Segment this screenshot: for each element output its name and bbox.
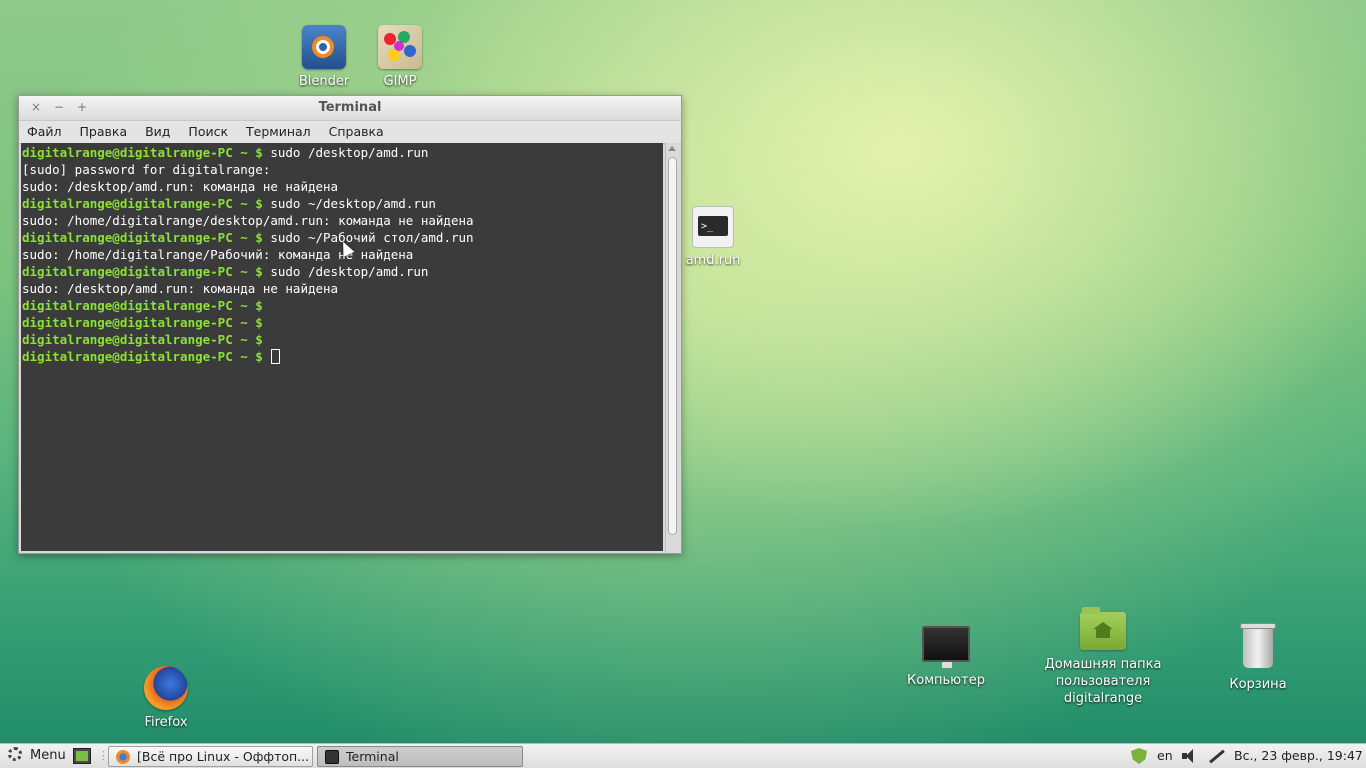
terminal-line: digitalrange@digitalrange-PC ~ $ [22,297,663,314]
shell-prompt: digitalrange@digitalrange-PC ~ $ [22,264,263,279]
terminal-line: digitalrange@digitalrange-PC ~ $ [22,314,663,331]
keyboard-layout-indicator[interactable]: en [1157,744,1173,768]
shell-prompt: digitalrange@digitalrange-PC ~ $ [22,230,263,245]
shell-prompt: digitalrange@digitalrange-PC ~ $ [22,196,263,211]
desktop-icon-label: GIMP [383,74,417,89]
gimp-icon [378,25,422,69]
shell-prompt: digitalrange@digitalrange-PC ~ $ [22,315,263,330]
shell-prompt: digitalrange@digitalrange-PC ~ $ [22,332,263,347]
maximize-icon[interactable]: + [75,100,89,114]
desktop-icon-home-folder[interactable]: Домашняя папка пользователя digitalrange [1038,607,1168,707]
terminal-text: sudo: /home/digitalrange/desktop/amd.run… [22,213,474,228]
menu-edit[interactable]: Правка [78,124,130,139]
terminal-line: digitalrange@digitalrange-PC ~ $ [22,348,663,365]
desktop-icon-trash[interactable]: Корзина [1208,622,1308,693]
terminal-line: digitalrange@digitalrange-PC ~ $ sudo /d… [22,263,663,280]
terminal-line: [sudo] password for digitalrange: [22,161,663,178]
window-titlebar[interactable]: × − + Terminal [19,96,681,121]
firefox-icon [144,666,188,710]
close-icon[interactable]: × [29,100,43,114]
menu-terminal[interactable]: Терминал [244,124,313,139]
minimize-icon[interactable]: − [52,100,66,114]
menu-file[interactable]: Файл [25,124,64,139]
terminal-line: digitalrange@digitalrange-PC ~ $ sudo /d… [22,144,663,161]
menu-view[interactable]: Вид [143,124,172,139]
gear-icon [8,747,22,761]
trash-icon [1240,623,1276,668]
scroll-thumb[interactable] [668,157,677,535]
desktop-icon-gimp[interactable]: GIMP [350,25,450,90]
taskbar-task-terminal[interactable]: Terminal [317,746,523,767]
terminal-line: sudo: /home/digitalrange/desktop/amd.run… [22,212,663,229]
terminal-script-icon: >_ [692,206,734,248]
show-desktop-icon[interactable] [73,748,91,764]
terminal-text: sudo: /desktop/amd.run: команда не найде… [22,179,339,194]
desktop-icon-label: Корзина [1229,677,1287,692]
start-menu-button[interactable]: Menu [6,744,66,768]
terminal-text: sudo ~/Рабочий стол/amd.run [262,230,474,245]
shell-prompt: digitalrange@digitalrange-PC ~ $ [22,349,263,364]
task-label: Terminal [346,749,399,764]
blender-icon [302,25,346,69]
terminal-window[interactable]: × − + Terminal Файл Правка Вид Поиск Тер… [18,95,682,554]
terminal-text: [sudo] password for digitalrange: [22,162,271,177]
shell-prompt: digitalrange@digitalrange-PC ~ $ [22,145,263,160]
text-cursor [271,349,281,364]
task-label: [Всё про Linux - Оффтоп... [137,749,310,764]
volume-icon[interactable] [1182,749,1196,763]
window-title: Terminal [318,100,382,115]
desktop-icon-label: Домашняя папка пользователя digitalrange [1044,657,1162,706]
menu-bar: Файл Правка Вид Поиск Терминал Справка [19,121,681,144]
scroll-up-icon[interactable] [668,146,676,151]
desktop-icon-computer[interactable]: Компьютер [896,620,996,689]
taskbar-task-firefox[interactable]: [Всё про Linux - Оффтоп... [108,746,313,767]
clock[interactable]: Вс., 23 февр., 19:47 [1234,744,1363,768]
update-shield-icon[interactable] [1131,748,1147,764]
terminal-line: digitalrange@digitalrange-PC ~ $ sudo ~/… [22,195,663,212]
network-icon[interactable] [1208,748,1226,764]
taskbar: Menu ⋮ [Всё про Linux - Оффтоп... Termin… [0,743,1366,768]
terminal-line: sudo: /desktop/amd.run: команда не найде… [22,280,663,297]
terminal-text: sudo /desktop/amd.run [262,145,429,160]
home-folder-icon [1080,607,1126,650]
desktop-icon-label: Firefox [144,715,188,730]
terminal-text: sudo ~/desktop/amd.run [262,196,436,211]
terminal-text: sudo /desktop/amd.run [262,264,429,279]
terminal-icon [325,750,339,764]
desktop-icon-label: Компьютер [907,673,985,688]
computer-icon [922,626,970,668]
terminal-line: sudo: /desktop/amd.run: команда не найде… [22,178,663,195]
terminal-output[interactable]: digitalrange@digitalrange-PC ~ $ sudo /d… [21,143,663,551]
firefox-icon [116,750,130,764]
desktop-icon-firefox[interactable]: Firefox [116,666,216,731]
menu-help[interactable]: Справка [327,124,386,139]
scrollbar[interactable] [665,143,679,551]
terminal-text: sudo: /home/digitalrange/Рабочий: команд… [22,247,414,262]
menu-label: Menu [30,748,66,763]
terminal-text: sudo: /desktop/amd.run: команда не найде… [22,281,339,296]
shell-prompt: digitalrange@digitalrange-PC ~ $ [22,298,263,313]
menu-search[interactable]: Поиск [186,124,230,139]
terminal-line: digitalrange@digitalrange-PC ~ $ [22,331,663,348]
